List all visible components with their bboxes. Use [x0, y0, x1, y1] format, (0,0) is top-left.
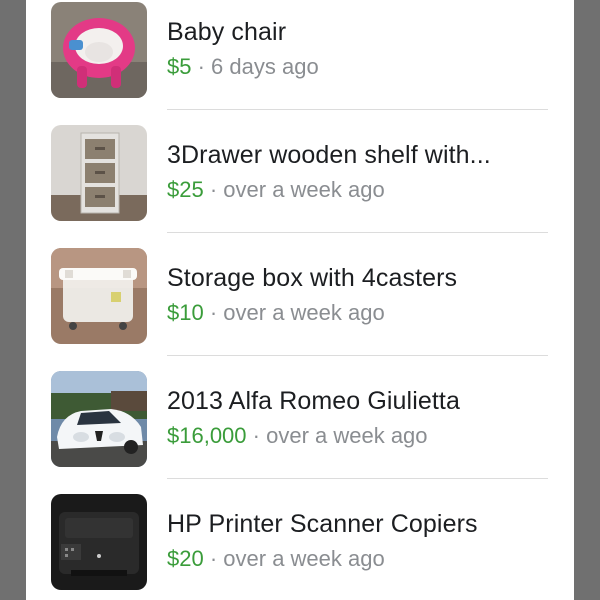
- listing-title[interactable]: Baby chair: [167, 18, 286, 47]
- meta-separator: ·: [203, 300, 224, 325]
- listing-title[interactable]: HP Printer Scanner Copiers: [167, 510, 478, 539]
- listing-thumbnail[interactable]: [51, 248, 147, 344]
- listing-age: over a week ago: [223, 546, 385, 571]
- listing-price: $20: [167, 546, 204, 571]
- listing-title[interactable]: 3Drawer wooden shelf with...: [167, 141, 491, 170]
- car-photo: [51, 371, 147, 467]
- listing-age: over a week ago: [223, 177, 385, 202]
- listing-age: over a week ago: [223, 300, 385, 325]
- listing-item-car[interactable]: 2013 Alfa Romeo Giulietta $16,000 · over…: [26, 356, 574, 479]
- listing-meta: $20 · over a week ago: [167, 546, 385, 572]
- baby-chair-photo: [51, 2, 147, 98]
- listing-age: over a week ago: [266, 423, 428, 448]
- listing-meta: $10 · over a week ago: [167, 300, 385, 326]
- printer-photo: [51, 494, 147, 590]
- screen-background: Baby chair $5 · 6 days ago 3Drawer woode…: [0, 0, 600, 600]
- listing-price: $10: [167, 300, 204, 325]
- listing-title[interactable]: 2013 Alfa Romeo Giulietta: [167, 387, 460, 416]
- listing-price: $5: [167, 54, 192, 79]
- listing-meta: $25 · over a week ago: [167, 177, 385, 203]
- meta-separator: ·: [191, 54, 212, 79]
- listing-age: 6 days ago: [211, 54, 319, 79]
- listing-meta: $5 · 6 days ago: [167, 54, 319, 80]
- drawer-shelf-photo: [51, 125, 147, 221]
- listing-price: $25: [167, 177, 204, 202]
- meta-separator: ·: [246, 423, 267, 448]
- listing-item-printer[interactable]: HP Printer Scanner Copiers $20 · over a …: [26, 479, 574, 600]
- listing-thumbnail[interactable]: [51, 2, 147, 98]
- listing-thumbnail[interactable]: [51, 125, 147, 221]
- listing-thumbnail[interactable]: [51, 371, 147, 467]
- listing-thumbnail[interactable]: [51, 494, 147, 590]
- listing-item-storage-box[interactable]: Storage box with 4casters $10 · over a w…: [26, 233, 574, 356]
- meta-separator: ·: [203, 546, 224, 571]
- listing-item-drawer-shelf[interactable]: 3Drawer wooden shelf with... $25 · over …: [26, 110, 574, 233]
- meta-separator: ·: [203, 177, 224, 202]
- listings-panel: Baby chair $5 · 6 days ago 3Drawer woode…: [26, 0, 574, 600]
- listing-price: $16,000: [167, 423, 247, 448]
- listing-meta: $16,000 · over a week ago: [167, 423, 428, 449]
- listing-title[interactable]: Storage box with 4casters: [167, 264, 457, 293]
- storage-box-photo: [51, 248, 147, 344]
- listing-item-baby-chair[interactable]: Baby chair $5 · 6 days ago: [26, 0, 574, 110]
